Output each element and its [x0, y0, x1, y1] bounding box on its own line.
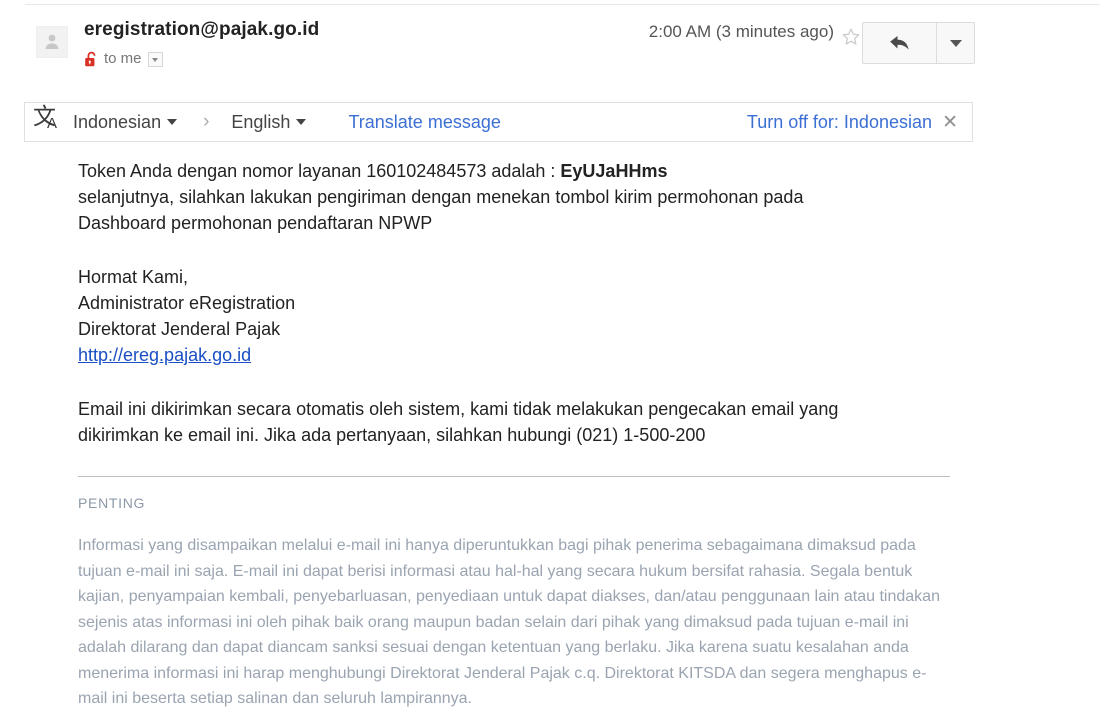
auto-note-line1: Email ini dikirimkan secara otomatis ole… — [78, 399, 839, 419]
intro-line3: Dashboard permohonan pendaftaran NPWP — [78, 213, 433, 233]
intro-line2: selanjutnya, silahkan lakukan pengiriman… — [78, 187, 804, 207]
reply-arrow-icon — [889, 36, 908, 50]
avatar — [36, 26, 68, 58]
sender-address[interactable]: eregistration@pajak.go.id — [84, 18, 319, 42]
automatic-email-note: Email ini dikirimkan secara otomatis ole… — [78, 396, 978, 448]
close-x-icon[interactable]: ✕ — [942, 113, 958, 132]
ereg-website-link[interactable]: http://ereg.pajak.go.id — [78, 345, 251, 365]
chevron-down-icon — [167, 119, 178, 125]
turn-off-translation-link[interactable]: Turn off for: Indonesian — [747, 112, 932, 133]
recipient-label: to me — [104, 50, 142, 67]
star-outline-icon[interactable] — [840, 26, 862, 48]
disclaimer-heading: PENTING — [78, 495, 146, 511]
signature-line2: Administrator eRegistration — [78, 293, 296, 313]
translate-message-link[interactable]: Translate message — [348, 112, 500, 133]
signature-line3: Direktorat Jenderal Pajak — [78, 319, 281, 339]
show-details-chevron-down-icon[interactable] — [147, 51, 163, 67]
auto-note-line2: dikirimkan ke email ini. Jika ada pertan… — [78, 425, 706, 445]
target-language-dropdown[interactable]: English — [231, 111, 307, 133]
reply-button-group — [862, 22, 975, 64]
chevron-down-icon — [296, 119, 307, 125]
person-avatar-icon — [45, 34, 59, 49]
intro-line1-prefix: Token Anda dengan nomor layanan 16010248… — [78, 161, 561, 181]
message-header: eregistration@pajak.go.id to me 2:00 AM … — [0, 12, 1100, 84]
disclaimer-text: Informasi yang disampaikan melalui e-mai… — [78, 537, 940, 707]
message-timestamp: 2:00 AM (3 minutes ago) — [648, 22, 834, 41]
source-language-dropdown[interactable]: Indonesian — [73, 111, 178, 133]
body-divider — [78, 476, 950, 477]
sender-block: eregistration@pajak.go.id to me — [84, 18, 319, 69]
intro-paragraph: Token Anda dengan nomor layanan 16010248… — [78, 158, 978, 236]
recipient-row: to me — [84, 49, 319, 69]
target-language-label: English — [231, 111, 291, 132]
signature-line1: Hormat Kami, — [78, 267, 189, 287]
more-options-button[interactable] — [937, 23, 974, 63]
signature-block: Hormat Kami, Administrator eRegistration… — [78, 264, 978, 368]
translate-bar: 文 A Indonesian › English Translate messa… — [24, 102, 973, 142]
top-divider — [25, 4, 1100, 5]
token-value: EyUJaHHms — [560, 161, 668, 181]
reply-button[interactable] — [863, 23, 937, 63]
message-body: Token Anda dengan nomor layanan 16010248… — [78, 158, 978, 712]
translate-icon: 文 A — [33, 104, 59, 135]
unlocked-padlock-icon — [85, 51, 96, 66]
source-language-label: Indonesian — [73, 111, 162, 132]
translate-icon-latin-glyph: A — [47, 115, 58, 132]
language-arrow-icon: › — [203, 111, 210, 132]
